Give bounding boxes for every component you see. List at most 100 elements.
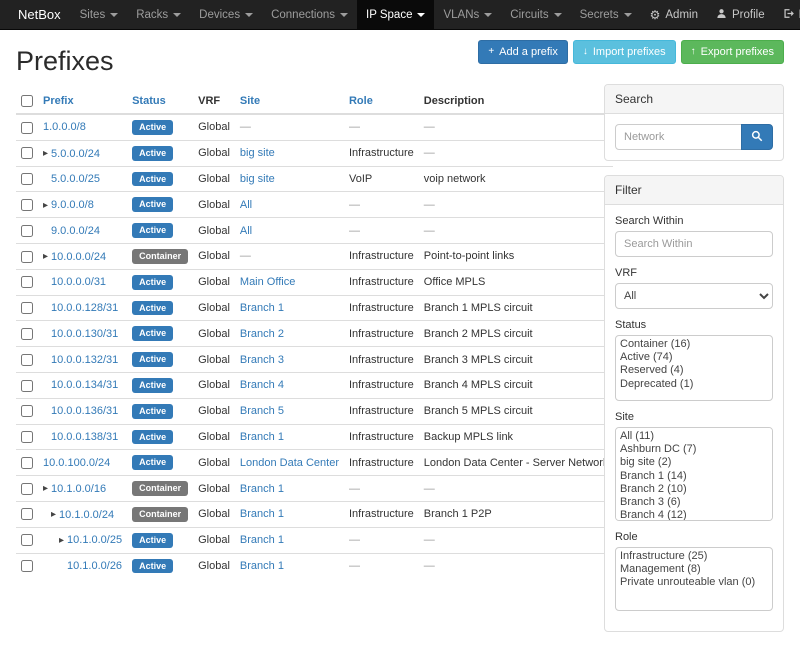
prefix-link[interactable]: 10.0.0.0/31 (51, 276, 106, 288)
site-link[interactable]: All (240, 199, 252, 211)
site-link[interactable]: Branch 4 (240, 379, 284, 391)
nav-item-profile[interactable]: Profile (707, 0, 774, 29)
site-link[interactable]: Branch 1 (240, 560, 284, 572)
row-checkbox[interactable] (21, 457, 33, 469)
site-link[interactable]: London Data Center (240, 457, 339, 469)
site-filter-listbox[interactable]: All (11)Ashburn DC (7)big site (2)Branch… (615, 427, 773, 521)
row-checkbox[interactable] (21, 405, 33, 417)
prefix-link[interactable]: 10.0.0.0/24 (51, 251, 106, 263)
site-cell: Branch 1 (235, 527, 344, 553)
site-link[interactable]: big site (240, 173, 275, 185)
prefix-link[interactable]: 10.0.0.136/31 (51, 405, 118, 417)
table-row: 10.0.0.0/31 Active Global Main Office In… (16, 269, 613, 295)
prefix-link[interactable]: 5.0.0.0/24 (51, 148, 100, 160)
site-link[interactable]: Branch 1 (240, 508, 284, 520)
vrf-filter-select[interactable]: All (615, 283, 773, 309)
row-checkbox[interactable] (21, 122, 33, 134)
column-header-label[interactable]: Site (240, 95, 260, 107)
prefix-link[interactable]: 9.0.0.0/24 (51, 225, 100, 237)
prefix-link[interactable]: 10.1.0.0/25 (67, 534, 122, 546)
prefix-link[interactable]: 1.0.0.0/8 (43, 121, 86, 133)
row-checkbox[interactable] (21, 354, 33, 366)
row-checkbox[interactable] (21, 251, 33, 263)
option[interactable]: Branch 1 (14) (618, 470, 770, 483)
option[interactable]: Private unrouteable vlan (0) (618, 576, 770, 589)
site-link[interactable]: Branch 1 (240, 302, 284, 314)
prefix-cell-content: 9.0.0.0/24 (51, 225, 100, 237)
site-link[interactable]: All (240, 225, 252, 237)
option[interactable]: Branch 3 (6) (618, 496, 770, 509)
option[interactable]: big site (2) (618, 456, 770, 469)
row-checkbox[interactable] (21, 199, 33, 211)
option[interactable]: All (11) (618, 430, 770, 443)
nav-item-racks[interactable]: Racks (127, 0, 190, 29)
nav-item-circuits[interactable]: Circuits (501, 0, 570, 29)
site-link[interactable]: big site (240, 147, 275, 159)
prefix-link[interactable]: 10.0.0.132/31 (51, 354, 118, 366)
row-checkbox[interactable] (21, 302, 33, 314)
prefix-link[interactable]: 10.0.0.128/31 (51, 302, 118, 314)
search-within-input[interactable] (615, 231, 773, 257)
row-checkbox[interactable] (21, 534, 33, 546)
option[interactable]: Active (74) (618, 351, 770, 364)
option[interactable]: Ashburn DC (7) (618, 443, 770, 456)
row-checkbox[interactable] (21, 508, 33, 520)
row-checkbox[interactable] (21, 431, 33, 443)
site-link[interactable]: Main Office (240, 276, 295, 288)
row-checkbox[interactable] (21, 225, 33, 237)
prefix-link[interactable]: 10.0.0.138/31 (51, 431, 118, 443)
nav-item-connections[interactable]: Connections (262, 0, 357, 29)
prefix-link[interactable]: 10.0.0.130/31 (51, 328, 118, 340)
row-checkbox[interactable] (21, 560, 33, 572)
site-link[interactable]: Branch 1 (240, 534, 284, 546)
site-link[interactable]: Branch 1 (240, 483, 284, 495)
prefix-link[interactable]: 10.1.0.0/26 (67, 560, 122, 572)
table-row: 10.1.0.0/26 Active Global Branch 1 — — (16, 553, 613, 578)
row-checkbox[interactable] (21, 276, 33, 288)
search-input[interactable] (615, 124, 742, 150)
nav-item-secrets[interactable]: Secrets (571, 0, 641, 29)
row-checkbox[interactable] (21, 328, 33, 340)
row-checkbox[interactable] (21, 147, 33, 159)
add-prefix-button[interactable]: + Add a prefix (478, 40, 568, 64)
site-link[interactable]: Branch 2 (240, 328, 284, 340)
column-header-label[interactable]: Role (349, 95, 373, 107)
export-prefixes-button[interactable]: ↑ Export prefixes (681, 40, 784, 64)
vrf-value: Global (198, 250, 230, 262)
import-prefixes-button[interactable]: ↓ Import prefixes (573, 40, 676, 64)
column-header-label[interactable]: Prefix (43, 95, 74, 107)
nav-item-sites[interactable]: Sites (71, 0, 128, 29)
prefix-link[interactable]: 5.0.0.0/25 (51, 173, 100, 185)
prefix-cell-content: ▸ 9.0.0.0/8 (43, 199, 94, 211)
row-checkbox[interactable] (21, 380, 33, 392)
prefix-link[interactable]: 10.0.0.134/31 (51, 379, 118, 391)
search-button[interactable] (741, 124, 773, 150)
option[interactable]: Reserved (4) (618, 364, 770, 377)
nav-item-ip-space[interactable]: IP Space (357, 0, 434, 29)
row-checkbox[interactable] (21, 173, 33, 185)
prefix-cell: 10.1.0.0/26 (38, 553, 127, 578)
option[interactable]: Deprecated (1) (618, 378, 770, 391)
row-checkbox[interactable] (21, 483, 33, 495)
prefix-link[interactable]: 9.0.0.0/8 (51, 199, 94, 211)
prefix-link[interactable]: 10.1.0.0/24 (59, 509, 114, 521)
prefix-link[interactable]: 10.0.100.0/24 (43, 457, 110, 469)
option[interactable]: Management (8) (618, 563, 770, 576)
prefix-link[interactable]: 10.1.0.0/16 (51, 483, 106, 495)
nav-item-admin[interactable]: ⚙ Admin (641, 0, 707, 29)
role-filter-listbox[interactable]: Infrastructure (25)Management (8)Private… (615, 547, 773, 611)
option[interactable]: Infrastructure (25) (618, 550, 770, 563)
status-filter-listbox[interactable]: Container (16)Active (74)Reserved (4)Dep… (615, 335, 773, 401)
site-link[interactable]: Branch 1 (240, 431, 284, 443)
column-header-label[interactable]: Status (132, 95, 166, 107)
table-row: ▸ 9.0.0.0/8 Active Global All — — (16, 192, 613, 218)
option[interactable]: Branch 2 (10) (618, 483, 770, 496)
option[interactable]: Container (16) (618, 338, 770, 351)
nav-item-logout[interactable]: Log out (774, 0, 800, 29)
select-all-checkbox[interactable] (21, 95, 33, 107)
site-link[interactable]: Branch 3 (240, 354, 284, 366)
site-link[interactable]: Branch 5 (240, 405, 284, 417)
nav-item-vlans[interactable]: VLANs (434, 0, 501, 29)
brand-link[interactable]: NetBox (8, 0, 71, 29)
nav-item-devices[interactable]: Devices (190, 0, 262, 29)
